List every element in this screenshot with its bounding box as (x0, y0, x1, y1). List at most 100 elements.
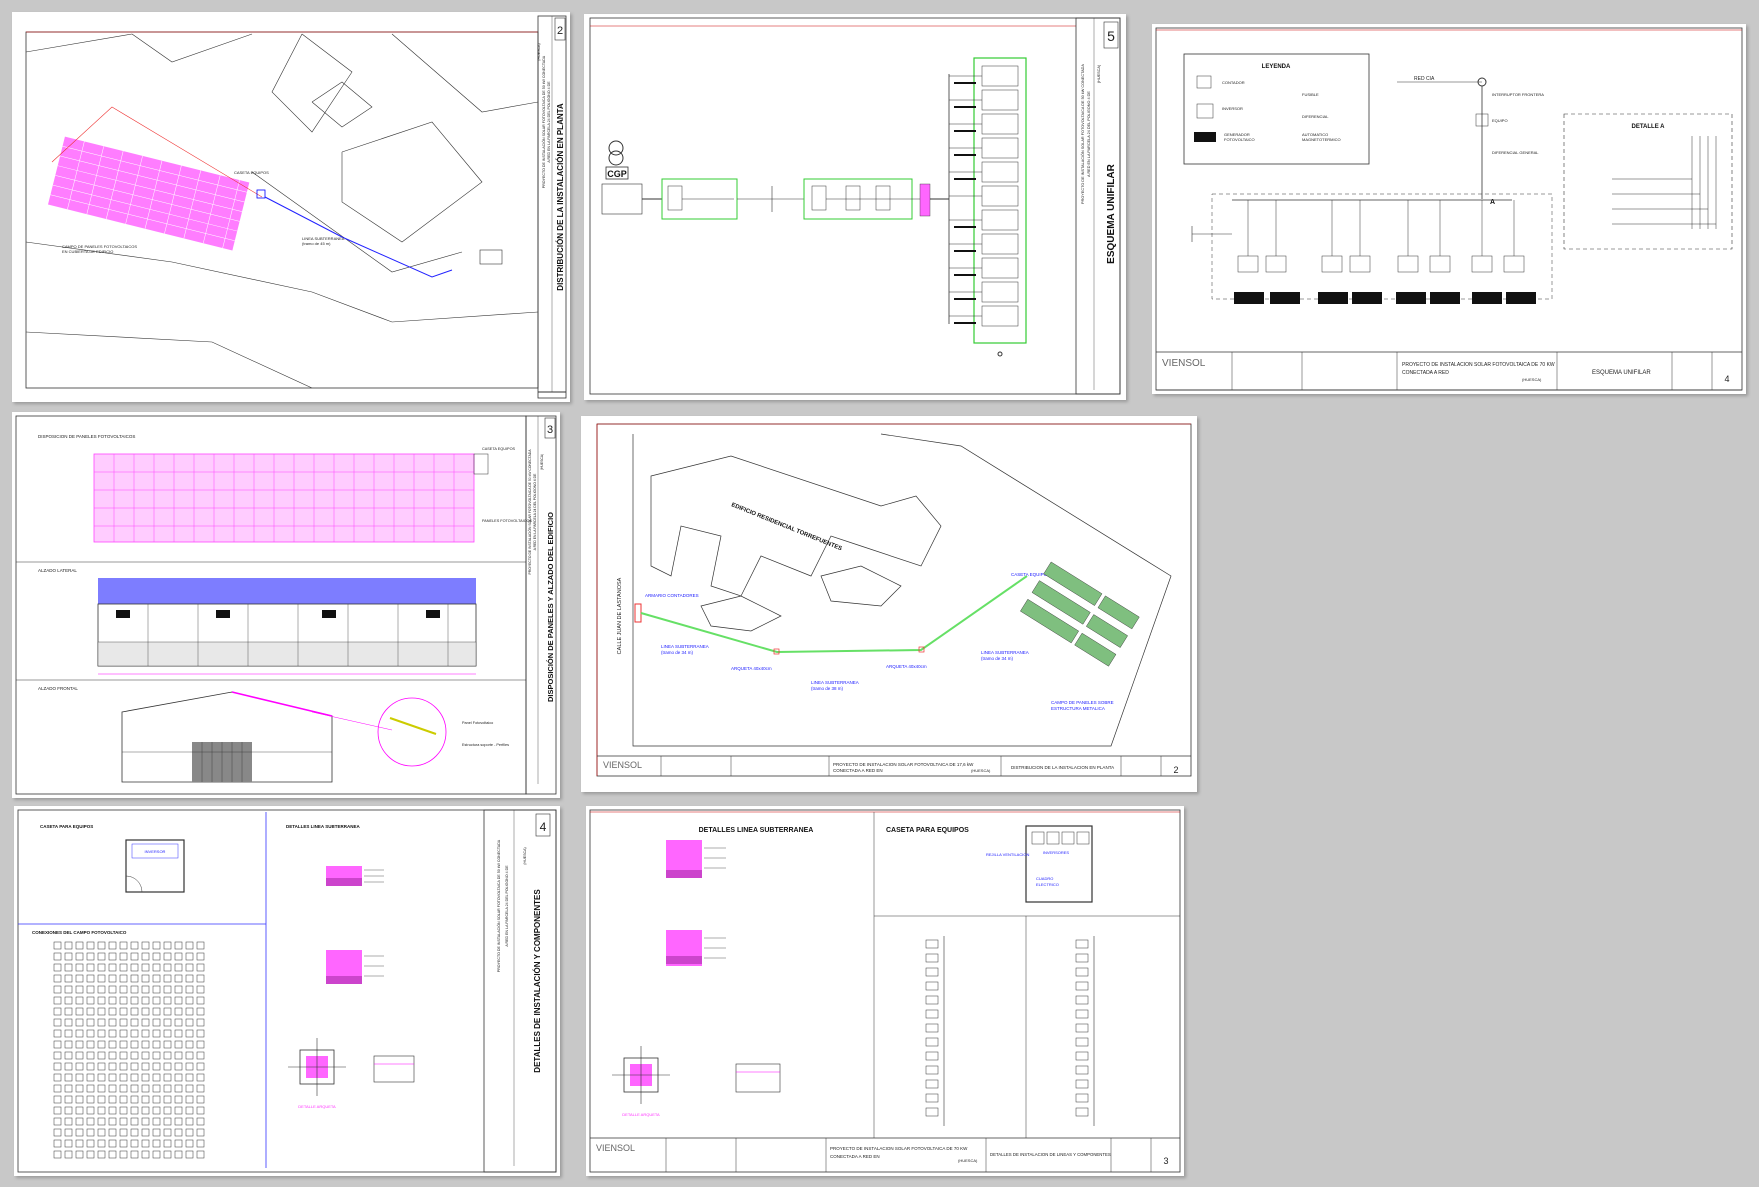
panel-cell (53, 941, 62, 950)
panel-cell (141, 963, 150, 972)
panel-cell (64, 1128, 73, 1137)
detalle-a-title: DETALLE A (1632, 124, 1666, 130)
panel-cell (119, 1062, 128, 1071)
panel-cell (53, 1139, 62, 1148)
panel-cell (86, 1007, 95, 1016)
panel-cell (97, 1062, 106, 1071)
panel-cell (141, 1117, 150, 1126)
panel-cell (185, 1117, 194, 1126)
panel-cell (141, 1073, 150, 1082)
panel-cell (119, 1007, 128, 1016)
sheet-title: DETALLES DE INSTALACIÓN Y COMPONENTES (533, 889, 542, 1073)
ladder-box (925, 1037, 939, 1047)
drawing-sheet-3[interactable]: DISPOSICION DE PANELES FOTOVOLTAICOS ALZ… (12, 412, 560, 798)
panel-cell (108, 1073, 117, 1082)
panel-cell (174, 985, 183, 994)
panel-cell (75, 941, 84, 950)
armario-label: ARMARIO CONTADORES (645, 593, 699, 598)
project-line-1: PROYECTO DE INSTALACIÓN SOLAR FOTOVOLTAI… (1080, 64, 1085, 204)
panel-cell (108, 952, 117, 961)
panel-cell (163, 952, 172, 961)
ladder-box (1075, 967, 1089, 977)
tramo-label: (tramo de 45 m) (302, 241, 331, 246)
panel-cell (130, 1095, 139, 1104)
panel-cell (196, 1051, 205, 1060)
ladder-box (1075, 1079, 1089, 1089)
panel-cell (97, 963, 106, 972)
project-line-3: (HUESCA) (523, 847, 527, 864)
panel-cell (130, 1150, 139, 1159)
panel-cell (196, 1128, 205, 1137)
project-line-2: A RED EN LA PARCELA 24 DEL POLIGONO 4 DE (1087, 91, 1091, 177)
panel-cell (64, 963, 73, 972)
panel-cell (130, 1106, 139, 1115)
panel-cell (152, 1062, 161, 1071)
sheet-number: 5 (1107, 28, 1115, 44)
panel-cell (174, 941, 183, 950)
panel-cell (97, 1029, 106, 1038)
panel-cell (174, 1029, 183, 1038)
linea-1-label: LINEA SUBTERRANEA (661, 644, 709, 649)
panel-cell (130, 1062, 139, 1071)
panel-cell (53, 952, 62, 961)
panel-cell (174, 963, 183, 972)
panel-cell (86, 985, 95, 994)
panel-cell (53, 1150, 62, 1159)
drawing-sheet-5[interactable]: CGP 5 PROYECTO DE INSTALACIÓN SOLAR FOTO… (584, 14, 1126, 400)
red-cia-label: RED CIA (1414, 76, 1435, 82)
ladder-box (1075, 995, 1089, 1005)
panel-cell (53, 1051, 62, 1060)
project-line-3: (HUESCA) (1097, 64, 1101, 83)
panel-cell (108, 1106, 117, 1115)
panel-cell (185, 1128, 194, 1137)
drawing-sheet-2[interactable]: CASETA EQUIPOS CAMPO DE PANELES FOTOVOLT… (12, 12, 570, 402)
panel-cell (141, 941, 150, 950)
panel-cell (152, 974, 161, 983)
panel-cell (185, 1018, 194, 1027)
panel-cell (185, 1040, 194, 1049)
panel-cell (163, 1106, 172, 1115)
panel-cell (53, 996, 62, 1005)
arqueta-1-label: ARQUETA 40x40cm (731, 666, 772, 671)
drawing-sheet-esquema-unifilar[interactable]: LEYENDA CONTADOR INVERSOR GENERADOR FOTO… (1152, 24, 1746, 394)
panel-cell (75, 1007, 84, 1016)
panel-cell (75, 1139, 84, 1148)
panel-cell (130, 1084, 139, 1093)
drawing-sheet-planta[interactable]: CALLE JUAN DE LASTANOSA EDIFICIO RESIDEN… (581, 416, 1197, 792)
project-line-2: A RED EN LA PARCELA 24 DEL POLIGONO 4 DE (533, 473, 537, 550)
panel-cell (108, 1150, 117, 1159)
panel-cell (108, 1018, 117, 1027)
panel-cell (86, 1073, 95, 1082)
panel-cell (174, 1040, 183, 1049)
panel-cell (75, 1084, 84, 1093)
panel-cell (108, 996, 117, 1005)
project-line-2: A RED EN LA PARCELA 24 DEL POLIGONO 4 DE (547, 81, 551, 163)
panel-cell (64, 952, 73, 961)
panel-cell (86, 1095, 95, 1104)
panel-cell (174, 996, 183, 1005)
sheet-number: 4 (540, 820, 547, 834)
panel-cell (53, 1106, 62, 1115)
panel-cell (119, 1139, 128, 1148)
panel-cell (86, 1051, 95, 1060)
panel-cell (174, 1117, 183, 1126)
project-line-1: PROYECTO DE INSTALACIÓN SOLAR FOTOVOLTAI… (541, 55, 546, 188)
connection-grid (53, 941, 205, 1159)
sheet-title: DISPOSICIÓN DE PANELES Y ALZADO DEL EDIF… (546, 512, 555, 702)
panel-cell (119, 1018, 128, 1027)
panel-cell (141, 985, 150, 994)
panel-cell (97, 985, 106, 994)
panel-cell (130, 996, 139, 1005)
ladder-box (1075, 1065, 1089, 1075)
panel-cell (185, 1139, 194, 1148)
panel-cell (196, 1073, 205, 1082)
panel-cell (97, 974, 106, 983)
ladder-box (1075, 1023, 1089, 1033)
edificio-label: EDIFICIO RESIDENCIAL TORREFUENTES (730, 502, 842, 552)
tramo-1-label: (tramo de 34 m) (661, 650, 694, 655)
panel-cell (152, 1073, 161, 1082)
drawing-sheet-detalles[interactable]: DETALLES LINEA SUBTERRANEA CASETA PARA E… (586, 806, 1184, 1176)
drawing-sheet-4[interactable]: CASETA PARA EQUIPOS DETALLES LINEA SUBTE… (14, 806, 560, 1176)
panel-cell (75, 1106, 84, 1115)
panel-cell (130, 1007, 139, 1016)
